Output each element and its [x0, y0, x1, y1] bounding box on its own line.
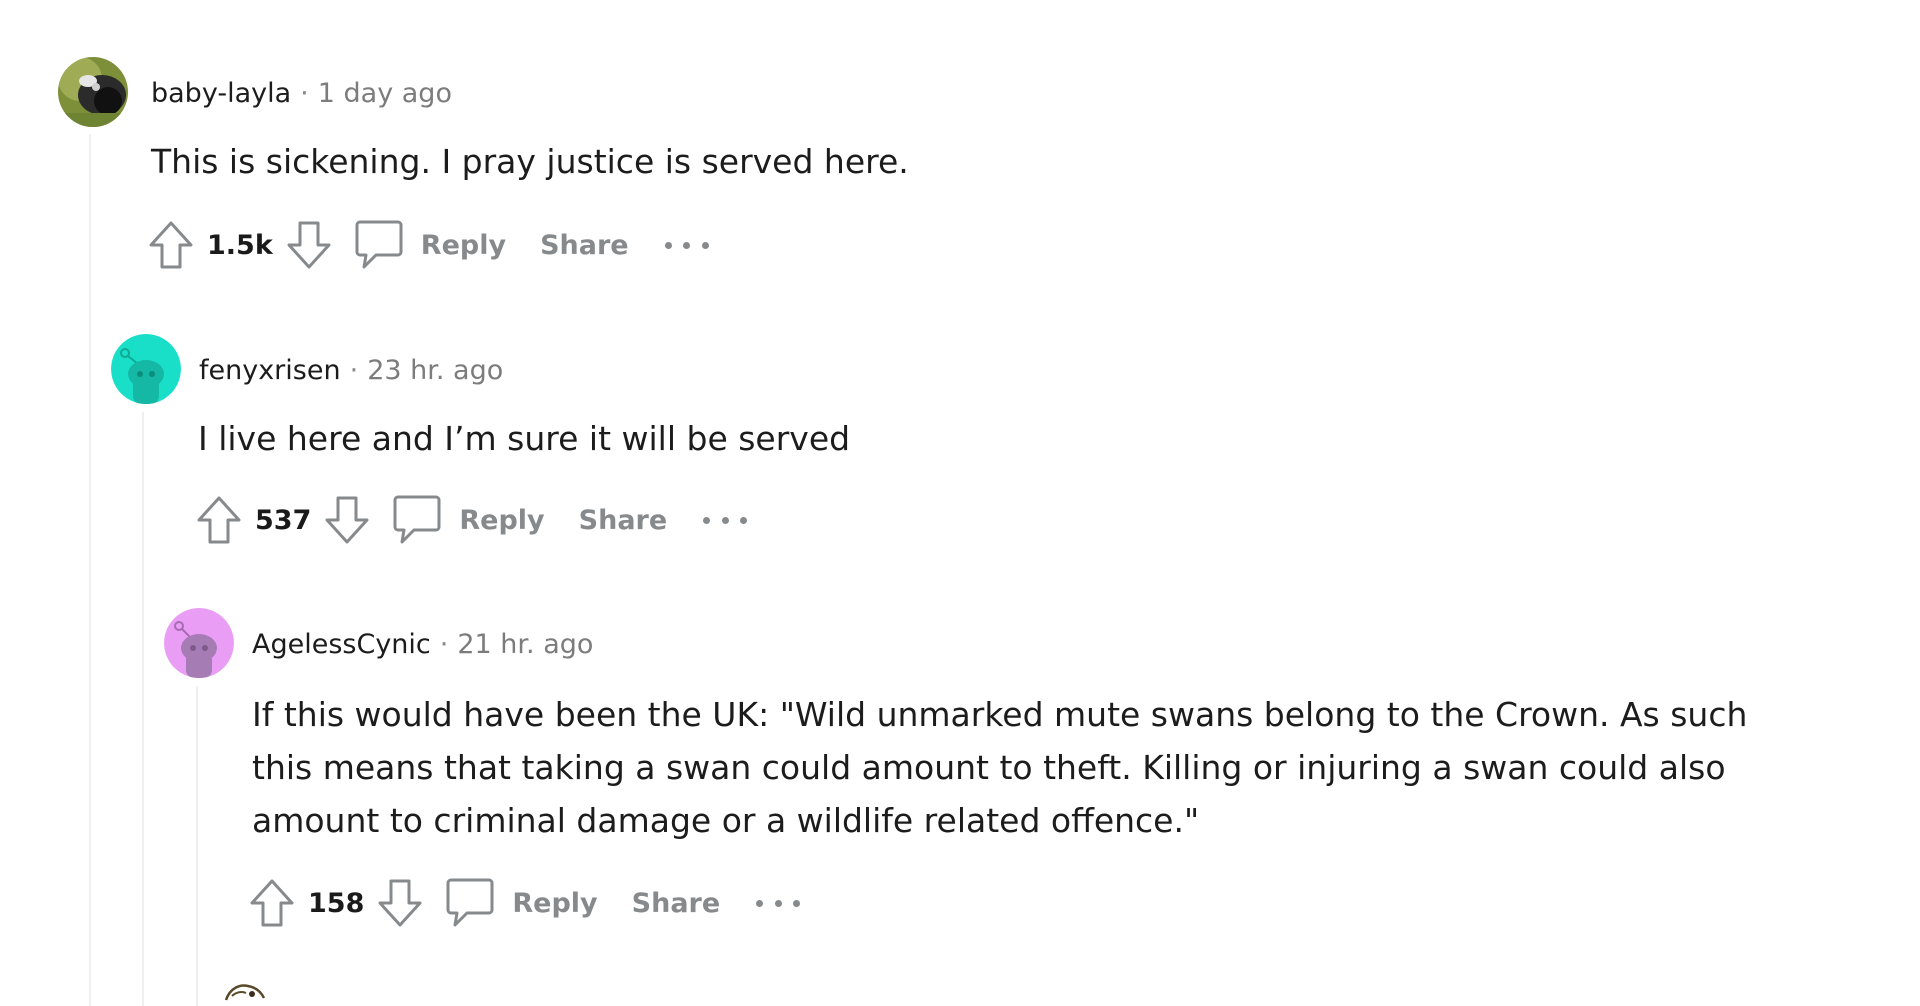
share-button[interactable]: Share [538, 226, 631, 265]
thread-line[interactable] [142, 412, 144, 1006]
timestamp[interactable]: 23 hr. ago [367, 355, 503, 386]
comment-actions: 1.5k Reply Share [145, 217, 709, 273]
more-dot-icon [721, 516, 729, 524]
comment-body-line: this means that taking a swan could amou… [252, 748, 1726, 787]
meta-separator: · [300, 78, 309, 109]
more-dot-icon [774, 899, 782, 907]
comment-body: I live here and I’m sure it will be serv… [198, 419, 851, 458]
comment-actions: 158 Reply Share [246, 875, 801, 931]
reply-button[interactable]: Reply [419, 226, 508, 265]
avatar[interactable] [111, 334, 181, 404]
user-avatar-photo-icon [224, 984, 266, 1001]
speech-bubble-icon [355, 220, 403, 269]
snoo-avatar-icon [164, 608, 234, 678]
speech-bubble-icon [446, 878, 494, 927]
upvote-button[interactable] [193, 492, 245, 548]
downvote-arrow-icon [325, 496, 369, 544]
meta-separator: · [349, 355, 359, 386]
speech-bubble-icon [393, 495, 441, 544]
vote-score: 1.5k [207, 229, 273, 261]
more-dot-icon [740, 516, 748, 524]
share-button[interactable]: Share [630, 884, 723, 923]
timestamp[interactable]: 1 day ago [318, 78, 452, 109]
comment-meta: baby-layla · 1 day ago [151, 76, 452, 112]
avatar[interactable] [164, 608, 234, 678]
comment-bubble-icon[interactable] [353, 217, 405, 273]
reply-button[interactable]: Reply [457, 501, 546, 540]
comment-actions: 537 Reply Share [193, 492, 748, 548]
comment-bubble-icon[interactable] [444, 875, 496, 931]
comment-meta: fenyxrisen · 23 hr. ago [199, 353, 503, 389]
upvote-button[interactable] [246, 875, 298, 931]
snoo-avatar-icon [111, 334, 181, 404]
author-name[interactable]: AgelessCynic [252, 629, 431, 660]
upvote-arrow-icon [197, 496, 241, 544]
upvote-arrow-icon [250, 879, 294, 927]
thread-line[interactable] [89, 134, 91, 1006]
more-dot-icon [756, 899, 764, 907]
comment-body: This is sickening. I pray justice is ser… [151, 142, 909, 181]
reply-button[interactable]: Reply [510, 884, 599, 923]
downvote-arrow-icon [287, 221, 331, 269]
avatar[interactable] [222, 970, 268, 1006]
timestamp[interactable]: 21 hr. ago [457, 629, 593, 660]
author-name[interactable]: baby-layla [151, 78, 291, 109]
more-options-button[interactable] [703, 505, 748, 535]
comment-thread: baby-layla · 1 day ago This is sickening. … [0, 0, 1920, 1006]
downvote-button[interactable] [374, 875, 426, 931]
meta-separator: · [439, 629, 449, 660]
vote-score: 537 [255, 504, 312, 536]
comment-body-line: amount to criminal damage or a wildlife … [252, 801, 1200, 840]
user-avatar-photo-icon [58, 57, 128, 127]
comment-meta: AgelessCynic · 21 hr. ago [252, 627, 593, 663]
more-options-button[interactable] [664, 230, 709, 260]
more-dot-icon [664, 241, 672, 249]
comment-body: If this would have been the UK: "Wild un… [252, 688, 1747, 847]
upvote-arrow-icon [149, 221, 193, 269]
downvote-button[interactable] [321, 492, 373, 548]
share-button[interactable]: Share [577, 501, 670, 540]
avatar[interactable] [58, 57, 128, 127]
more-dot-icon [703, 516, 711, 524]
upvote-button[interactable] [145, 217, 197, 273]
more-dot-icon [683, 241, 691, 249]
more-options-button[interactable] [756, 888, 801, 918]
thread-line[interactable] [196, 686, 198, 1006]
comment-body-line: If this would have been the UK: "Wild un… [252, 695, 1748, 734]
vote-score: 158 [308, 887, 365, 919]
author-name[interactable]: fenyxrisen [199, 355, 341, 386]
more-dot-icon [793, 899, 801, 907]
comment-bubble-icon[interactable] [391, 492, 443, 548]
more-dot-icon [701, 241, 709, 249]
downvote-arrow-icon [378, 879, 422, 927]
downvote-button[interactable] [283, 217, 335, 273]
